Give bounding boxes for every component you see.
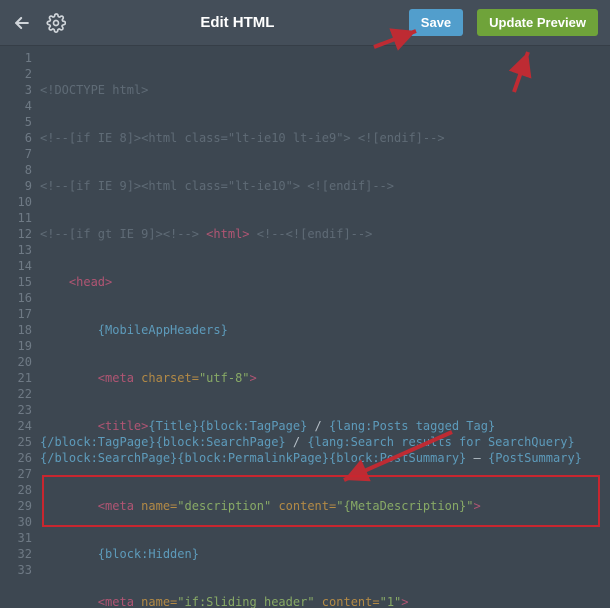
code-line: <!--[if IE 8]><html class="lt-ie10 lt-ie… (40, 130, 602, 146)
code-line: <meta name="if:Sliding header" content="… (40, 594, 602, 608)
code-line: {MobileAppHeaders} (40, 322, 602, 338)
code-line: <!--[if gt IE 9]><!--> <html> <!--<![end… (40, 226, 602, 242)
save-button[interactable]: Save (409, 9, 463, 36)
code-area[interactable]: <!DOCTYPE html> <!--[if IE 8]><html clas… (38, 46, 610, 608)
code-line: {block:Hidden} (40, 546, 602, 562)
code-line: <meta name="description" content="{MetaD… (40, 498, 602, 514)
update-preview-button[interactable]: Update Preview (477, 9, 598, 36)
code-line: <!--[if IE 9]><html class="lt-ie10"> <![… (40, 178, 602, 194)
code-line: <!DOCTYPE html> (40, 82, 602, 98)
page-title: Edit HTML (80, 14, 395, 31)
code-line: <head> (40, 274, 602, 290)
code-line: <title>{Title}{block:TagPage} / {lang:Po… (40, 418, 602, 466)
gear-icon[interactable] (46, 13, 66, 33)
line-gutter: 1 2 3 4 5 6 7 8 9 10 11 12 13 14 15 16 1… (0, 46, 38, 608)
code-editor[interactable]: 1 2 3 4 5 6 7 8 9 10 11 12 13 14 15 16 1… (0, 46, 610, 608)
header: Edit HTML Save Update Preview (0, 0, 610, 46)
back-icon[interactable] (12, 13, 32, 33)
code-line: <meta charset="utf-8"> (40, 370, 602, 386)
